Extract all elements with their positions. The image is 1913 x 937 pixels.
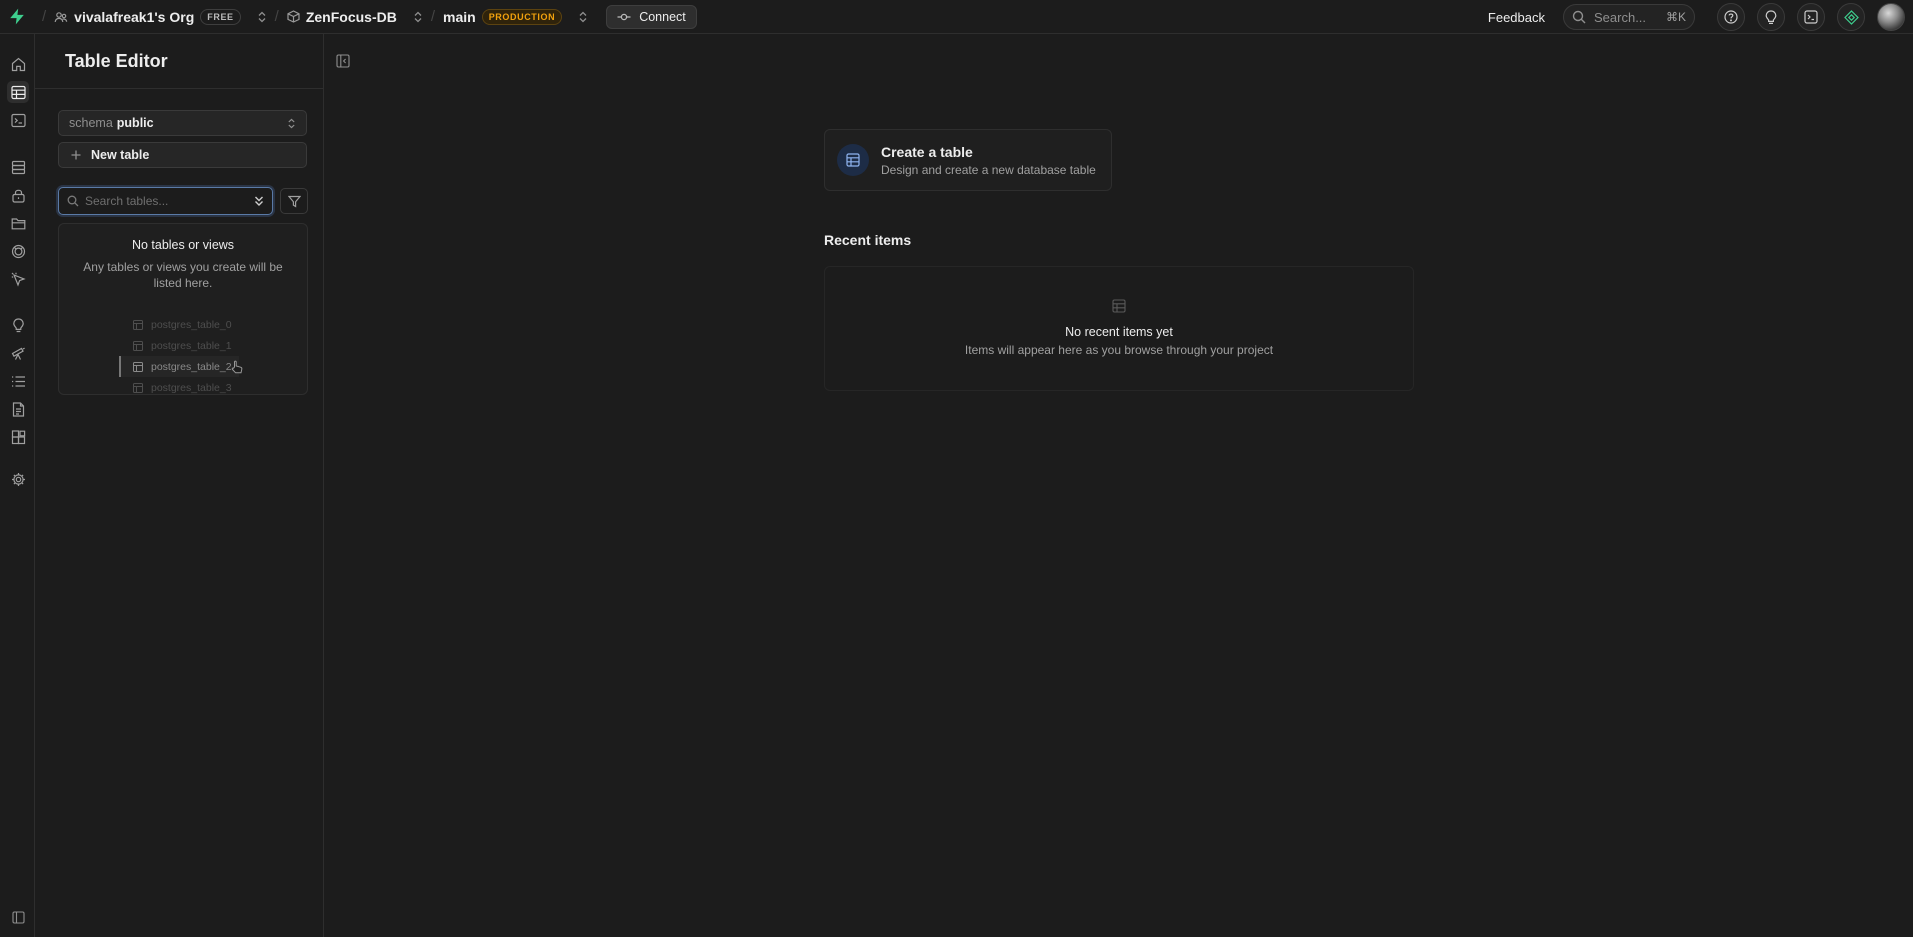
org-selector[interactable]: vivalafreak1's Org FREE <box>54 8 267 25</box>
list-item: postgres_table_1 <box>119 335 239 356</box>
breadcrumb-separator: / <box>274 8 279 25</box>
recent-empty-description: Items will appear here as you browse thr… <box>964 343 1274 357</box>
database-icon[interactable] <box>7 156 29 178</box>
chevron-updown-icon[interactable] <box>257 11 267 23</box>
reports-telescope-icon[interactable] <box>7 342 29 364</box>
list-item: postgres_table_3 <box>119 377 239 398</box>
schema-value: public <box>116 116 154 130</box>
hand-cursor-icon <box>231 360 243 374</box>
connect-button[interactable]: Connect <box>606 4 697 29</box>
toggle-sidebar-icon[interactable] <box>336 54 350 68</box>
supabase-logo-icon[interactable] <box>0 0 34 34</box>
terminal-icon <box>1804 10 1818 24</box>
feedback-button[interactable]: Feedback <box>1488 10 1545 25</box>
realtime-cursor-icon[interactable] <box>7 268 29 290</box>
breadcrumb-separator: / <box>42 8 47 25</box>
search-placeholder: Search... <box>1594 9 1647 25</box>
empty-tables-state: No tables or views Any tables or views y… <box>58 223 308 395</box>
settings-gear-icon[interactable] <box>7 468 29 490</box>
placeholder-table-list: postgres_table_0 postgres_table_1 postgr… <box>119 314 243 398</box>
empty-description: Any tables or views you create will be l… <box>83 260 283 290</box>
empty-title: No tables or views <box>131 238 235 252</box>
nav-rail <box>0 34 35 937</box>
plus-icon <box>71 150 81 160</box>
search-icon <box>1572 10 1586 24</box>
main-content: Create a table Design and create a new d… <box>324 34 1913 937</box>
collapse-all-chevrons-icon[interactable] <box>254 195 264 207</box>
help-icon <box>1724 10 1738 24</box>
list-item: postgres_table_0 <box>119 314 239 335</box>
search-shortcut: ⌘K <box>1665 10 1686 24</box>
search-icon <box>67 195 79 207</box>
placeholder-table-name: postgres_table_1 <box>151 339 232 352</box>
assistant-diamond-icon <box>1843 9 1859 25</box>
placeholder-table-name: postgres_table_2 <box>151 360 232 373</box>
assistant-button[interactable] <box>1837 3 1865 31</box>
api-docs-icon[interactable] <box>7 398 29 420</box>
org-name: vivalafreak1's Org <box>74 8 195 25</box>
filter-funnel-icon <box>287 195 301 208</box>
logs-list-icon[interactable] <box>7 370 29 392</box>
integrations-icon[interactable] <box>7 426 29 448</box>
table-editor-icon[interactable] <box>7 81 29 103</box>
help-button[interactable] <box>1717 3 1745 31</box>
table-search-input[interactable] <box>85 194 235 208</box>
page-title: Table Editor <box>65 50 168 71</box>
table-editor-sidebar: Table Editor schema public New table No … <box>35 34 324 937</box>
placeholder-table-name: postgres_table_3 <box>151 381 232 394</box>
org-icon <box>54 10 68 24</box>
chevron-updown-icon[interactable] <box>413 11 423 23</box>
connect-label: Connect <box>639 9 686 24</box>
edge-functions-icon[interactable] <box>7 240 29 262</box>
collapse-rail-icon[interactable] <box>7 906 29 928</box>
production-badge: PRODUCTION <box>481 8 563 25</box>
global-search[interactable]: Search... ⌘K <box>1563 4 1695 30</box>
project-name: ZenFocus-DB <box>305 8 397 25</box>
lock-icon[interactable] <box>7 184 29 206</box>
recent-empty-title: No recent items yet <box>1065 325 1173 339</box>
top-bar: / vivalafreak1's Org FREE / ZenFocus-DB … <box>0 0 1913 34</box>
new-table-label: New table <box>91 148 150 162</box>
table-icon <box>1112 299 1126 313</box>
branch-selector[interactable]: main PRODUCTION <box>443 8 588 25</box>
sidebar-header: Table Editor <box>35 34 323 89</box>
home-icon[interactable] <box>7 53 29 75</box>
advisor-button[interactable] <box>1757 3 1785 31</box>
recent-items-heading: Recent items <box>824 232 912 248</box>
new-table-button[interactable]: New table <box>58 142 307 168</box>
sql-editor-icon[interactable] <box>7 109 29 131</box>
user-avatar[interactable] <box>1877 3 1905 31</box>
table-icon <box>133 319 143 330</box>
create-table-card[interactable]: Create a table Design and create a new d… <box>824 129 1112 191</box>
create-table-title: Create a table <box>881 143 973 160</box>
list-item: postgres_table_2 <box>119 356 243 377</box>
create-table-description: Design and create a new database table <box>881 162 1096 177</box>
project-selector[interactable]: ZenFocus-DB <box>287 9 423 25</box>
schema-selector[interactable]: schema public <box>58 110 307 136</box>
schema-label: schema <box>69 116 113 130</box>
recent-items-empty-state: No recent items yet Items will appear he… <box>824 266 1414 391</box>
table-icon <box>133 382 143 393</box>
terminal-button[interactable] <box>1797 3 1825 31</box>
table-icon <box>133 340 143 351</box>
table-search <box>58 187 273 215</box>
lightbulb-icon <box>1765 9 1777 25</box>
plug-icon <box>617 12 631 22</box>
placeholder-table-name: postgres_table_0 <box>151 318 232 331</box>
breadcrumb-separator: / <box>430 8 435 25</box>
topbar-actions: Feedback Search... ⌘K <box>1488 0 1905 34</box>
branch-name: main <box>443 8 476 25</box>
table-icon <box>837 144 869 176</box>
storage-folder-icon[interactable] <box>7 212 29 234</box>
chevron-updown-icon[interactable] <box>578 11 588 23</box>
org-plan-badge: FREE <box>200 8 241 25</box>
filter-button[interactable] <box>280 188 308 214</box>
advisors-lightbulb-icon[interactable] <box>7 314 29 336</box>
create-table-text: Create a table Design and create a new d… <box>881 144 1096 177</box>
chevron-updown-icon <box>287 118 296 129</box>
box-icon <box>287 10 300 23</box>
table-icon <box>133 361 143 372</box>
